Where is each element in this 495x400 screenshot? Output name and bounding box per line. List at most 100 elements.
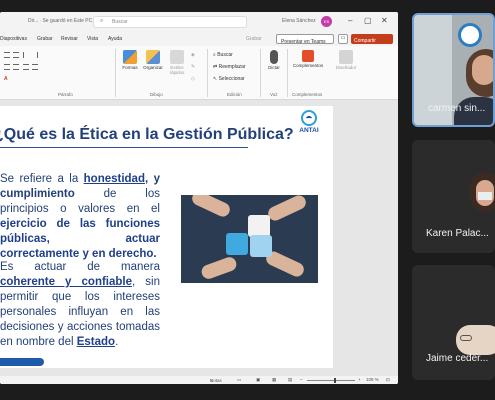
antai-logo-text: ANTAI bbox=[299, 127, 319, 134]
search-box[interactable]: ⌕ Buscar bbox=[93, 16, 247, 28]
bullets-row[interactable] bbox=[4, 52, 40, 58]
group-separator bbox=[287, 49, 288, 97]
tab-grabar[interactable]: Grabar bbox=[37, 36, 53, 42]
ribbon: A Párrafo Formas Organizar Estilos rápid… bbox=[0, 46, 398, 100]
paragraph-conduct[interactable]: Es actuar de manera coherente y confiabl… bbox=[0, 260, 160, 350]
arrange-label: Organizar bbox=[143, 65, 163, 70]
wall-logo bbox=[458, 23, 482, 47]
para2-highlight: Estado bbox=[76, 336, 116, 348]
participant-face bbox=[472, 55, 493, 85]
slide-editor: ¿Qué es la Ética en la Gestión Pública? … bbox=[0, 100, 398, 376]
shapes-button[interactable]: Formas bbox=[120, 50, 140, 70]
maximize-icon[interactable]: ▢ bbox=[364, 16, 372, 25]
outline-icon[interactable]: ✎ bbox=[191, 64, 195, 70]
hand-shape bbox=[265, 195, 309, 223]
antai-logo-icon bbox=[301, 110, 317, 126]
microphone-icon bbox=[270, 50, 278, 64]
document-title[interactable]: Dir... ∙ Se guardó en Este PC ∨ bbox=[28, 18, 97, 24]
user-name[interactable]: Elena Sánchez bbox=[282, 18, 316, 24]
ribbon-tabs: Diapositivas Grabar Revisar Vista Ayuda … bbox=[0, 32, 398, 46]
find-button[interactable]: ⌕ Buscar bbox=[213, 52, 233, 58]
tab-revisar[interactable]: Revisar bbox=[61, 36, 78, 42]
tab-diapositivas[interactable]: Diapositivas bbox=[0, 36, 27, 42]
zoom-out-icon[interactable]: – bbox=[300, 377, 303, 382]
reading-view-icon[interactable]: ▤ bbox=[288, 377, 292, 383]
title-underline bbox=[0, 147, 248, 148]
avatar[interactable]: ES bbox=[321, 16, 332, 27]
quick-styles-label: Estilos rápidos bbox=[169, 65, 185, 75]
slide[interactable]: ¿Qué es la Ética en la Gestión Pública? … bbox=[0, 106, 333, 368]
dictate-button[interactable]: Dictar bbox=[264, 50, 284, 70]
present-in-teams-button[interactable]: Presentar en Teams bbox=[276, 34, 334, 45]
dictate-label: Dictar bbox=[268, 65, 280, 70]
group-separator bbox=[207, 49, 208, 97]
fit-window-icon[interactable]: ⊡ bbox=[386, 377, 390, 383]
participant-tile[interactable]: Karen Palac... bbox=[412, 140, 495, 253]
title-bar: Dir... ∙ Se guardó en Este PC ∨ ⌕ Buscar… bbox=[0, 12, 398, 32]
participant-name: Karen Palac... bbox=[426, 228, 489, 239]
comments-icon[interactable]: ▭ bbox=[237, 377, 241, 383]
antai-logo: ANTAI bbox=[296, 110, 322, 134]
participant-tile[interactable]: carmen sin... bbox=[412, 13, 495, 127]
zoom-slider[interactable] bbox=[307, 380, 355, 381]
para1-text: Se refiere a la bbox=[0, 173, 84, 185]
participant-name: Jaime ceder... bbox=[426, 353, 489, 364]
participant-tile[interactable]: Jaime ceder... bbox=[412, 265, 495, 380]
puzzle-piece-blue bbox=[226, 233, 248, 255]
zoom-in-icon[interactable]: + bbox=[358, 377, 361, 382]
replace-button[interactable]: ⇄ Reemplazar bbox=[213, 64, 246, 70]
record-button[interactable]: Grabar bbox=[246, 36, 262, 42]
glasses bbox=[460, 335, 472, 341]
slide-sorter-icon[interactable]: ▦ bbox=[272, 377, 276, 383]
tab-vista[interactable]: Vista bbox=[87, 36, 98, 42]
find-label: Buscar bbox=[217, 52, 233, 58]
present-in-teams-label: Presentar en Teams bbox=[281, 39, 326, 45]
replace-label: Reemplazar bbox=[218, 64, 246, 70]
group-label-complementos: Complementos bbox=[292, 92, 323, 97]
zoom-slider-thumb[interactable] bbox=[334, 378, 336, 383]
shapes-icon bbox=[123, 50, 137, 64]
select-label: Seleccionar bbox=[218, 76, 245, 82]
shapes-label: Formas bbox=[122, 65, 138, 70]
quick-styles-button[interactable]: Estilos rápidos bbox=[166, 50, 188, 75]
effects-icon[interactable]: ◇ bbox=[191, 76, 195, 82]
addins-button[interactable]: Complementos bbox=[290, 50, 326, 68]
normal-view-icon[interactable]: ▣ bbox=[256, 377, 260, 383]
status-bar: ≡ Notas ▭ ▣ ▦ ▤ – + 108 % ⊡ bbox=[0, 376, 398, 384]
addins-icon bbox=[302, 50, 314, 62]
close-icon[interactable]: ✕ bbox=[381, 16, 388, 25]
face-mask bbox=[478, 192, 492, 200]
para1-highlight: honestidad bbox=[83, 173, 145, 185]
arrange-icon bbox=[146, 50, 160, 64]
minimize-icon[interactable]: – bbox=[348, 16, 352, 25]
designer-button[interactable]: Diseñador bbox=[333, 50, 359, 70]
zoom-level[interactable]: 108 % bbox=[366, 377, 379, 382]
group-separator bbox=[260, 49, 261, 97]
arrange-button[interactable]: Organizar bbox=[142, 50, 164, 70]
paragraph-definition[interactable]: Se refiere a la honestidad, y cumplimien… bbox=[0, 172, 160, 262]
group-label-edicion: Edición bbox=[227, 92, 242, 97]
hand-shape bbox=[199, 255, 239, 281]
select-button[interactable]: ↖ Seleccionar bbox=[213, 76, 245, 82]
para2-highlight: coherente y confiable bbox=[0, 276, 133, 288]
group-separator bbox=[115, 49, 116, 97]
notes-label: Notas bbox=[210, 378, 222, 383]
font-color-icon[interactable]: A bbox=[4, 76, 8, 82]
puzzle-piece-lightblue bbox=[250, 235, 272, 257]
powerpoint-window: Dir... ∙ Se guardó en Este PC ∨ ⌕ Buscar… bbox=[0, 12, 398, 384]
search-placeholder: Buscar bbox=[112, 19, 128, 25]
participant-name: carmen sin... bbox=[428, 103, 486, 114]
comment-icon[interactable]: ▭ bbox=[338, 34, 348, 44]
tab-ayuda[interactable]: Ayuda bbox=[108, 36, 122, 42]
fill-icon[interactable]: ◈ bbox=[191, 52, 195, 58]
align-row[interactable] bbox=[4, 64, 40, 70]
slide-title[interactable]: ¿Qué es la Ética en la Gestión Pública? bbox=[0, 126, 294, 144]
quick-styles-icon bbox=[170, 50, 184, 64]
addins-label: Complementos bbox=[292, 63, 324, 68]
group-label-voz: Voz bbox=[270, 92, 278, 97]
puzzle-piece-white bbox=[248, 215, 270, 237]
para2-text: Es actuar de manera bbox=[0, 261, 160, 273]
share-button[interactable]: Compartir bbox=[351, 34, 393, 44]
puzzle-hands-image[interactable] bbox=[181, 195, 318, 283]
search-icon: ⌕ bbox=[100, 18, 104, 24]
